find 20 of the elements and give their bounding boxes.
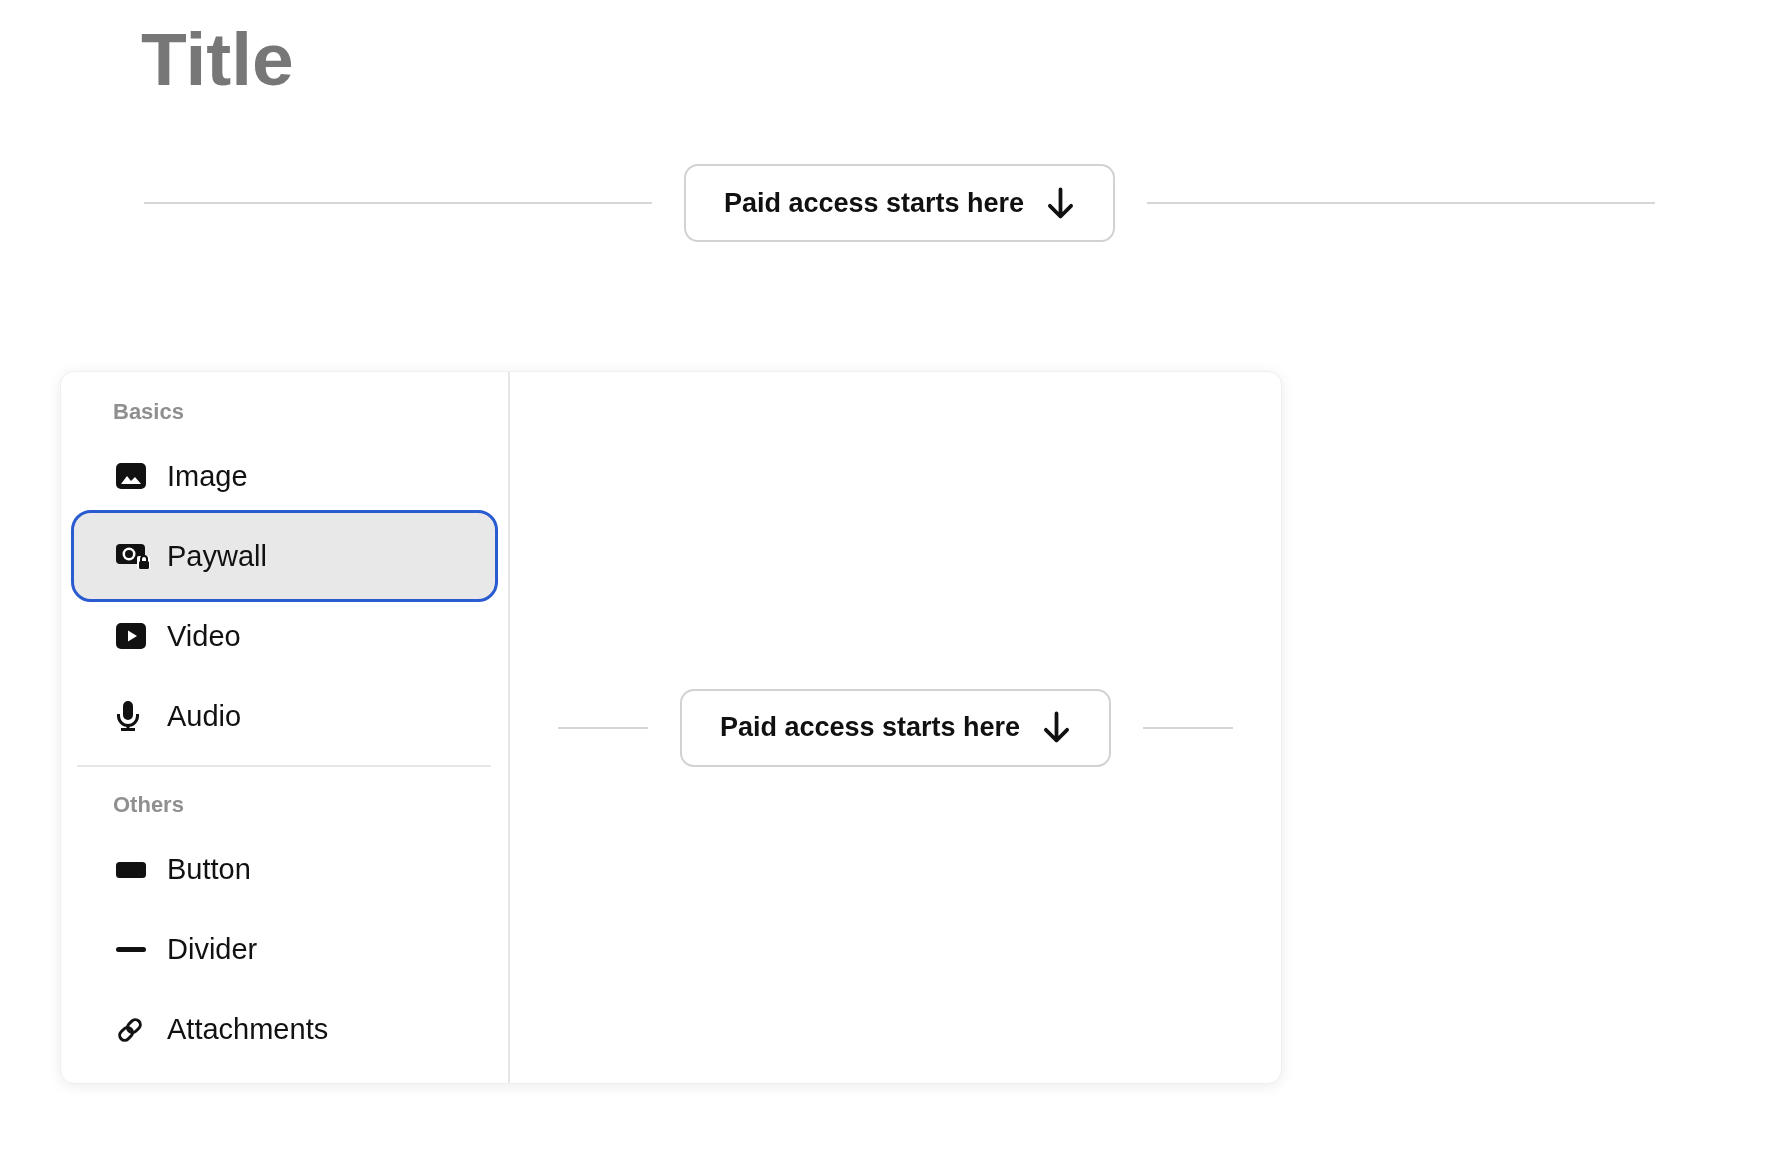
play-icon [116,623,146,650]
arrow-down-icon [1042,711,1072,744]
menu-item[interactable]: Divider [71,915,498,984]
microphone-icon [116,701,140,732]
arrow-down-icon [1046,186,1076,220]
paywall-button[interactable]: Paid access starts here [684,164,1115,242]
menu-item[interactable]: Video [71,602,498,671]
link-icon [116,1015,144,1044]
filled-rectangle-icon [116,861,146,878]
section-heading: Others [113,792,184,819]
menu-item[interactable]: Audio [71,682,498,751]
menu-item[interactable]: Paywall [71,510,498,603]
menu-item[interactable]: Image [71,442,498,511]
paywall-button[interactable]: Paid access starts here [680,688,1111,767]
page-title: Title [141,22,294,97]
section-heading: Basics [113,399,184,426]
menu-item[interactable]: Button [71,835,498,904]
banknote-lock-icon [116,543,150,570]
image-icon [116,463,146,490]
menu-item[interactable]: Attachments [71,995,498,1064]
